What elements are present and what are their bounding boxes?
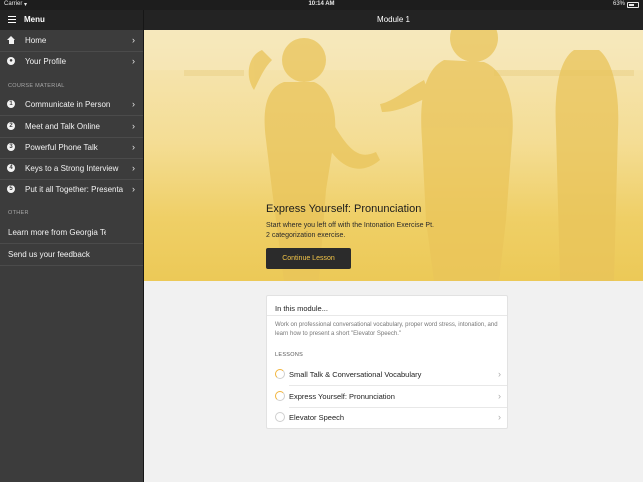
- lesson-row[interactable]: Elevator Speech ›: [267, 407, 507, 428]
- sidebar-item-label: Keys to a Strong Interview: [25, 164, 119, 173]
- chevron-right-icon: ›: [132, 184, 135, 194]
- sidebar-item-label: Home: [25, 36, 47, 45]
- current-lesson-title: Express Yourself: Pronunciation: [266, 203, 422, 215]
- sidebar-header: Menu: [0, 10, 143, 30]
- module-info-card: In this module... Work on professional c…: [266, 295, 508, 429]
- hero-illustration: [144, 30, 643, 281]
- module-number-icon: 1: [7, 100, 15, 108]
- hero-banner: Express Yourself: Pronunciation Start wh…: [144, 30, 643, 281]
- chevron-right-icon: ›: [498, 412, 501, 422]
- section-header-other: OTHER: [8, 210, 29, 216]
- sidebar-item-phone-talk[interactable]: 3 Powerful Phone Talk ›: [0, 137, 143, 158]
- profile-icon: ●: [7, 57, 15, 65]
- clock: 10:14 AM: [308, 1, 335, 7]
- sidebar-item-label: Communicate in Person: [25, 100, 111, 109]
- sidebar-item-label: Learn more from Georgia Tech: [8, 228, 106, 237]
- card-heading: In this module...: [275, 304, 328, 313]
- chevron-right-icon: ›: [498, 391, 501, 401]
- module-number-icon: 3: [7, 143, 15, 151]
- main-header: Module 1: [144, 10, 643, 30]
- module-number-icon: 5: [7, 185, 15, 193]
- lesson-name: Express Yourself: Pronunciation: [289, 392, 395, 401]
- module-description: Work on professional conversational voca…: [275, 322, 498, 337]
- sidebar-item-georgia-tech[interactable]: Learn more from Georgia Tech: [0, 222, 143, 243]
- sidebar-item-label: Meet and Talk Online: [25, 122, 101, 131]
- sidebar: Home › ● Your Profile › COURSE MATERIAL …: [0, 30, 143, 482]
- battery-icon: [627, 2, 639, 8]
- lesson-row[interactable]: Express Yourself: Pronunciation ›: [267, 386, 507, 407]
- sidebar-item-label: Send us your feedback: [8, 250, 90, 259]
- module-number-icon: 4: [7, 164, 15, 172]
- chevron-right-icon: ›: [132, 35, 135, 45]
- divider: [267, 315, 507, 316]
- progress-ring-icon: [275, 391, 285, 401]
- sidebar-item-profile[interactable]: ● Your Profile ›: [0, 51, 143, 72]
- sidebar-item-interview[interactable]: 4 Keys to a Strong Interview ›: [0, 158, 143, 179]
- lessons-heading: LESSONS: [275, 352, 304, 358]
- section-header-course-material: COURSE MATERIAL: [8, 83, 65, 89]
- sidebar-item-label: Put it all Together: Presentations: [25, 185, 123, 194]
- progress-ring-icon: [275, 369, 285, 379]
- chevron-right-icon: ›: [132, 163, 135, 173]
- continue-lesson-button[interactable]: Continue Lesson: [266, 248, 351, 269]
- progress-ring-icon: [275, 412, 285, 422]
- home-icon: [7, 36, 15, 44]
- sidebar-item-home[interactable]: Home ›: [0, 30, 143, 51]
- lesson-row[interactable]: Small Talk & Conversational Vocabulary ›: [267, 364, 507, 385]
- sidebar-item-presentations[interactable]: 5 Put it all Together: Presentations ›: [0, 179, 143, 200]
- lesson-name: Elevator Speech: [289, 413, 345, 422]
- chevron-right-icon: ›: [132, 121, 135, 131]
- status-bar: Carrier ▾ 10:14 AM 63%: [0, 0, 643, 10]
- sidebar-item-feedback[interactable]: Send us your feedback: [0, 244, 143, 265]
- sidebar-item-meet-online[interactable]: 2 Meet and Talk Online ›: [0, 116, 143, 137]
- page-title: Module 1: [377, 15, 410, 24]
- chevron-right-icon: ›: [132, 142, 135, 152]
- lesson-name: Small Talk & Conversational Vocabulary: [289, 370, 422, 379]
- sidebar-item-label: Powerful Phone Talk: [25, 143, 98, 152]
- sidebar-item-communicate-in-person[interactable]: 1 Communicate in Person ›: [0, 94, 143, 115]
- current-lesson-description: Start where you left off with the Intona…: [266, 222, 434, 239]
- menu-title: Menu: [24, 15, 45, 24]
- divider: [0, 265, 143, 266]
- module-number-icon: 2: [7, 122, 15, 130]
- chevron-right-icon: ›: [498, 369, 501, 379]
- chevron-right-icon: ›: [132, 56, 135, 66]
- chevron-right-icon: ›: [132, 99, 135, 109]
- battery-percent: 63%: [612, 1, 625, 7]
- sidebar-item-label: Your Profile: [25, 57, 67, 66]
- hamburger-menu-icon[interactable]: [8, 16, 16, 23]
